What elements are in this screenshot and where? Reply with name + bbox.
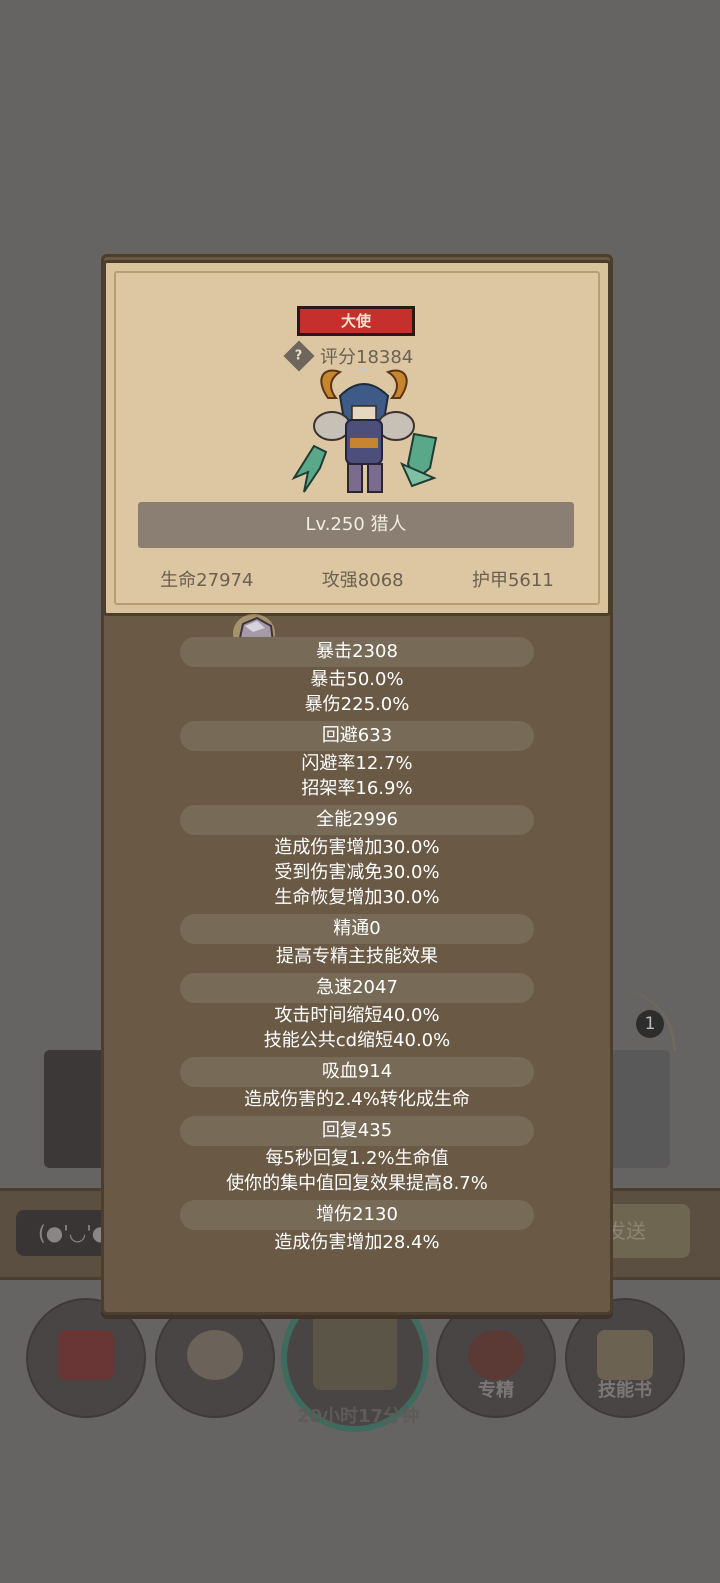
rank-badge: 大使 bbox=[297, 306, 415, 336]
bag-icon bbox=[187, 1330, 243, 1380]
attribute-group: 增伤2130 造成伤害增加28.4% bbox=[104, 1200, 610, 1255]
attribute-header: 增伤2130 bbox=[180, 1200, 534, 1230]
attribute-header: 回避633 bbox=[180, 721, 534, 751]
hunter-portrait bbox=[291, 368, 438, 493]
background-card-thumbnail bbox=[44, 1050, 106, 1168]
attribute-line: 生命恢复增加30.0% bbox=[274, 887, 440, 908]
attribute-group: 吸血914 造成伤害的2.4%转化成生命 bbox=[104, 1057, 610, 1112]
hp-stat: 生命27974 bbox=[160, 570, 254, 591]
notification-badge: 1 bbox=[636, 1010, 664, 1038]
attribute-line: 造成伤害的2.4%转化成生命 bbox=[244, 1089, 470, 1110]
attack-stat: 攻强8068 bbox=[321, 570, 404, 591]
skillbook-icon bbox=[597, 1330, 653, 1380]
skillbook-label: 技能书 bbox=[598, 1380, 652, 1401]
attribute-line: 使你的集中值回复效果提高8.7% bbox=[226, 1173, 488, 1194]
hero-name-bar: Lv.250 猎人 bbox=[138, 502, 574, 548]
attribute-line: 造成伤害增加28.4% bbox=[274, 1232, 440, 1253]
score-row: ? 评分18384 bbox=[283, 340, 414, 372]
bottom-button-skillbook: 技能书 bbox=[567, 1300, 683, 1416]
attribute-group: 全能2996 造成伤害增加30.0% 受到伤害减免30.0% 生命恢复增加30.… bbox=[104, 805, 610, 910]
attribute-header: 急速2047 bbox=[180, 973, 534, 1003]
score-text: 评分18384 bbox=[320, 347, 414, 368]
attribute-line: 提高专精主技能效果 bbox=[276, 946, 438, 967]
armor-stat: 护甲5611 bbox=[471, 570, 554, 591]
attribute-line: 招架率16.9% bbox=[301, 778, 413, 799]
specialization-label: 专精 bbox=[478, 1380, 514, 1401]
attribute-header: 吸血914 bbox=[180, 1057, 534, 1087]
attribute-group: 暴击2308 暴击50.0% 暴伤225.0% bbox=[104, 637, 610, 717]
attribute-list: 暴击2308 暴击50.0% 暴伤225.0% 回避633 闪避率12.7% 招… bbox=[104, 637, 610, 1255]
attribute-header: 精通0 bbox=[180, 914, 534, 944]
attribute-group: 精通0 提高专精主技能效果 bbox=[104, 914, 610, 969]
specialization-icon bbox=[468, 1330, 524, 1380]
bottom-button-bag bbox=[157, 1300, 273, 1416]
attribute-line: 暴击50.0% bbox=[310, 669, 404, 690]
attribute-group: 急速2047 攻击时间缩短40.0% 技能公共cd缩短40.0% bbox=[104, 973, 610, 1053]
attribute-line: 造成伤害增加30.0% bbox=[274, 837, 440, 858]
attribute-line: 技能公共cd缩短40.0% bbox=[263, 1030, 451, 1051]
attribute-line: 暴伤225.0% bbox=[304, 694, 410, 715]
attribute-group: 回避633 闪避率12.7% 招架率16.9% bbox=[104, 721, 610, 801]
attribute-header: 全能2996 bbox=[180, 805, 534, 835]
attribute-line: 攻击时间缩短40.0% bbox=[274, 1005, 440, 1026]
attribute-group: 回复435 每5秒回复1.2%生命值 使你的集中值回复效果提高8.7% bbox=[104, 1116, 610, 1196]
hero-stats-row: 生命27974 攻强8068 护甲5611 bbox=[114, 566, 600, 592]
chest-timer: 20小时17分钟 bbox=[296, 1406, 420, 1427]
bottom-button-specialization: 专精 bbox=[438, 1300, 554, 1416]
attribute-header: 回复435 bbox=[180, 1116, 534, 1146]
bottom-button-potion bbox=[28, 1300, 144, 1416]
potion-icon bbox=[58, 1330, 114, 1380]
help-icon[interactable]: ? bbox=[283, 340, 315, 372]
attribute-line: 每5秒回复1.2%生命值 bbox=[265, 1148, 449, 1169]
attribute-line: 受到伤害减免30.0% bbox=[274, 862, 440, 883]
chest-icon bbox=[313, 1312, 397, 1390]
attribute-header: 暴击2308 bbox=[180, 637, 534, 667]
attribute-line: 闪避率12.7% bbox=[301, 753, 413, 774]
